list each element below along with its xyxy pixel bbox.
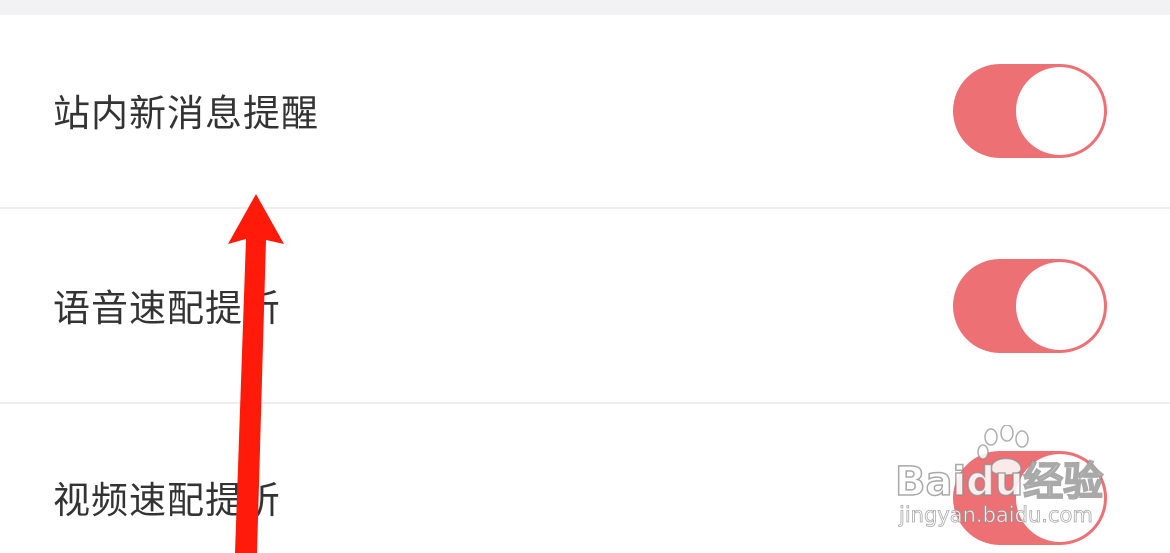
toggle-knob — [1016, 67, 1104, 155]
video-match-toggle[interactable] — [953, 451, 1107, 545]
setting-row-site-message: 站内新消息提醒 — [0, 15, 1170, 207]
settings-page: 站内新消息提醒 语音速配提听 视频速配提听 Baidu经验 jingyan.ba… — [0, 0, 1170, 553]
toggle-knob — [1016, 454, 1104, 542]
setting-label-video-match: 视频速配提听 — [53, 479, 281, 522]
setting-label-voice-match: 语音速配提听 — [53, 287, 281, 330]
setting-label-site-message: 站内新消息提醒 — [53, 92, 319, 135]
site-message-toggle[interactable] — [953, 64, 1107, 158]
toggle-knob — [1016, 262, 1104, 350]
setting-row-video-match: 视频速配提听 — [0, 404, 1170, 553]
top-divider-band — [0, 0, 1170, 15]
voice-match-toggle[interactable] — [953, 259, 1107, 353]
setting-row-voice-match: 语音速配提听 — [0, 209, 1170, 402]
